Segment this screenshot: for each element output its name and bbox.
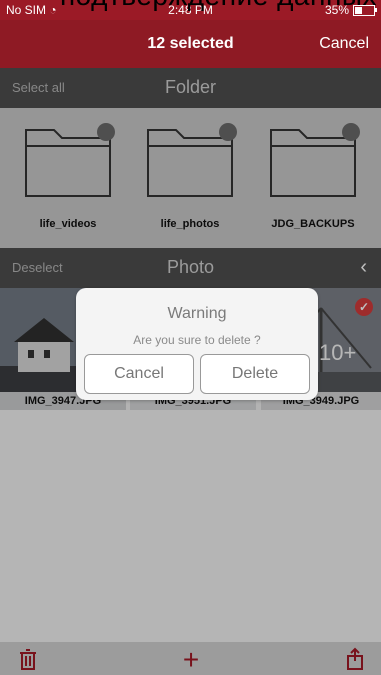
dialog-message: Are you sure to delete ? <box>133 333 261 347</box>
navigation-bar: 12 selected Cancel <box>0 20 381 68</box>
dialog-cancel-button[interactable]: Cancel <box>84 354 194 394</box>
dialog-title: Warning <box>167 305 227 322</box>
dialog-delete-button[interactable]: Delete <box>200 354 310 394</box>
screenshot-stage: подтверждение данных No SIM ◔ 2:48 PM 35… <box>0 0 381 675</box>
delete-warning-dialog: Warning Are you sure to delete ? Cancel … <box>76 288 318 400</box>
phone-screen: No SIM ◔ 2:48 PM 35% 12 selected Cancel … <box>0 0 381 675</box>
overlay-caption: подтверждение данных <box>60 0 377 12</box>
cancel-selection-button[interactable]: Cancel <box>319 35 369 53</box>
